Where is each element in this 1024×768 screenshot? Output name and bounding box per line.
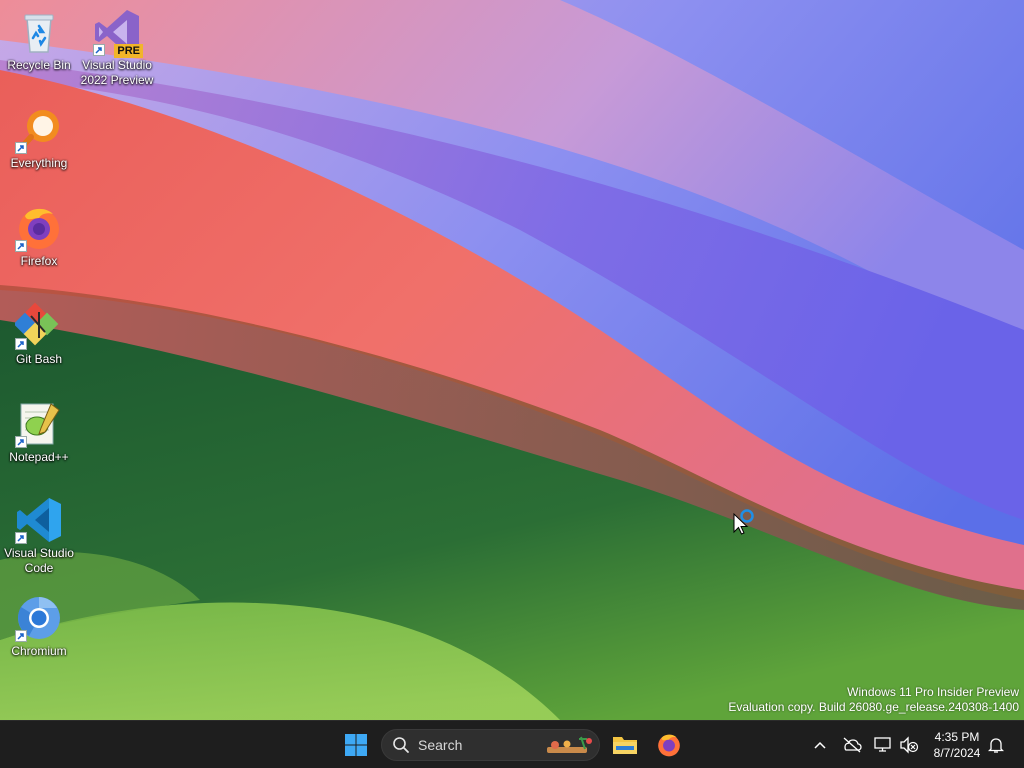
desktop-icon-label: Recycle Bin	[7, 58, 71, 72]
onedrive-offline-icon	[843, 737, 862, 753]
clock-time: 4:35 PM	[934, 730, 980, 744]
visual-studio-icon: PRE	[93, 8, 143, 58]
search-highlight-illustration-icon	[547, 736, 592, 753]
desktop-icon-label: Chromium	[11, 644, 67, 658]
windows-start-icon	[345, 734, 367, 756]
start-button[interactable]	[338, 727, 374, 763]
shortcut-arrow-icon	[93, 44, 105, 56]
desktop-icon-visual-studio[interactable]: PRE Visual Studio 2022 Preview	[79, 8, 155, 88]
desktop-icon-firefox[interactable]: Firefox	[1, 204, 77, 269]
desktop-icon-label: Notepad++	[9, 450, 69, 464]
vscode-icon	[15, 496, 63, 544]
recycle-bin-icon	[15, 8, 63, 56]
shortcut-arrow-icon	[15, 532, 27, 544]
network-icon	[874, 737, 891, 752]
watermark-build: Evaluation copy. Build 26080.ge_release.…	[728, 700, 1019, 714]
volume-muted-icon	[900, 736, 919, 754]
everything-search-icon	[15, 106, 63, 154]
notepad-plus-plus-icon	[15, 400, 63, 448]
volume-tray-button[interactable]	[899, 735, 919, 755]
taskbar-file-explorer[interactable]	[607, 727, 643, 763]
chromium-icon	[15, 594, 63, 642]
search-icon	[393, 737, 409, 753]
desktop-wallpaper	[0, 0, 1024, 720]
preview-badge: PRE	[114, 44, 143, 58]
desktop-icon-git-bash[interactable]: Git Bash	[1, 302, 77, 367]
desktop-icon-label: Firefox	[20, 254, 58, 268]
desktop-icon-label: Visual Studio 2022 Preview	[80, 58, 154, 87]
file-explorer-icon	[613, 737, 637, 754]
desktop-icon-everything[interactable]: Everything	[1, 106, 77, 171]
git-bash-icon	[15, 302, 63, 350]
clock-date: 8/7/2024	[933, 746, 981, 760]
desktop-icon-label: Git Bash	[15, 352, 63, 366]
watermark-edition: Windows 11 Pro Insider Preview	[847, 685, 1019, 699]
desktop-icon-vscode[interactable]: Visual Studio Code	[1, 496, 77, 576]
taskbar-firefox[interactable]	[651, 727, 687, 763]
chevron-up-icon	[814, 741, 826, 749]
onedrive-tray-button[interactable]	[842, 735, 862, 755]
shortcut-arrow-icon	[15, 436, 27, 448]
taskbar-search-box[interactable]: Search	[381, 729, 600, 761]
shortcut-arrow-icon	[15, 630, 27, 642]
mouse-cursor-busy-icon	[733, 506, 757, 541]
firefox-icon	[658, 734, 680, 757]
firefox-icon	[15, 204, 63, 252]
desktop-icon-chromium[interactable]: Chromium	[1, 594, 77, 659]
desktop-icon-notepad-plus-plus[interactable]: Notepad++	[1, 400, 77, 465]
shortcut-arrow-icon	[15, 240, 27, 252]
taskbar: Search 4:35 PM 8/7/2024	[0, 720, 1024, 768]
shortcut-arrow-icon	[15, 338, 27, 350]
desktop-icon-label: Everything	[10, 156, 68, 170]
shortcut-arrow-icon	[15, 142, 27, 154]
show-hidden-icons-button[interactable]	[810, 735, 830, 755]
search-placeholder: Search	[418, 737, 463, 753]
desktop-icon-label: Visual Studio Code	[4, 546, 74, 575]
notifications-button[interactable]	[986, 735, 1006, 755]
taskbar-clock[interactable]: 4:35 PM 8/7/2024	[924, 729, 990, 761]
desktop-icon-recycle-bin[interactable]: Recycle Bin	[1, 8, 77, 73]
bell-icon	[988, 738, 1004, 753]
windows-evaluation-watermark: Windows 11 Pro Insider Preview Evaluatio…	[728, 685, 1019, 715]
network-tray-button[interactable]	[873, 735, 893, 755]
